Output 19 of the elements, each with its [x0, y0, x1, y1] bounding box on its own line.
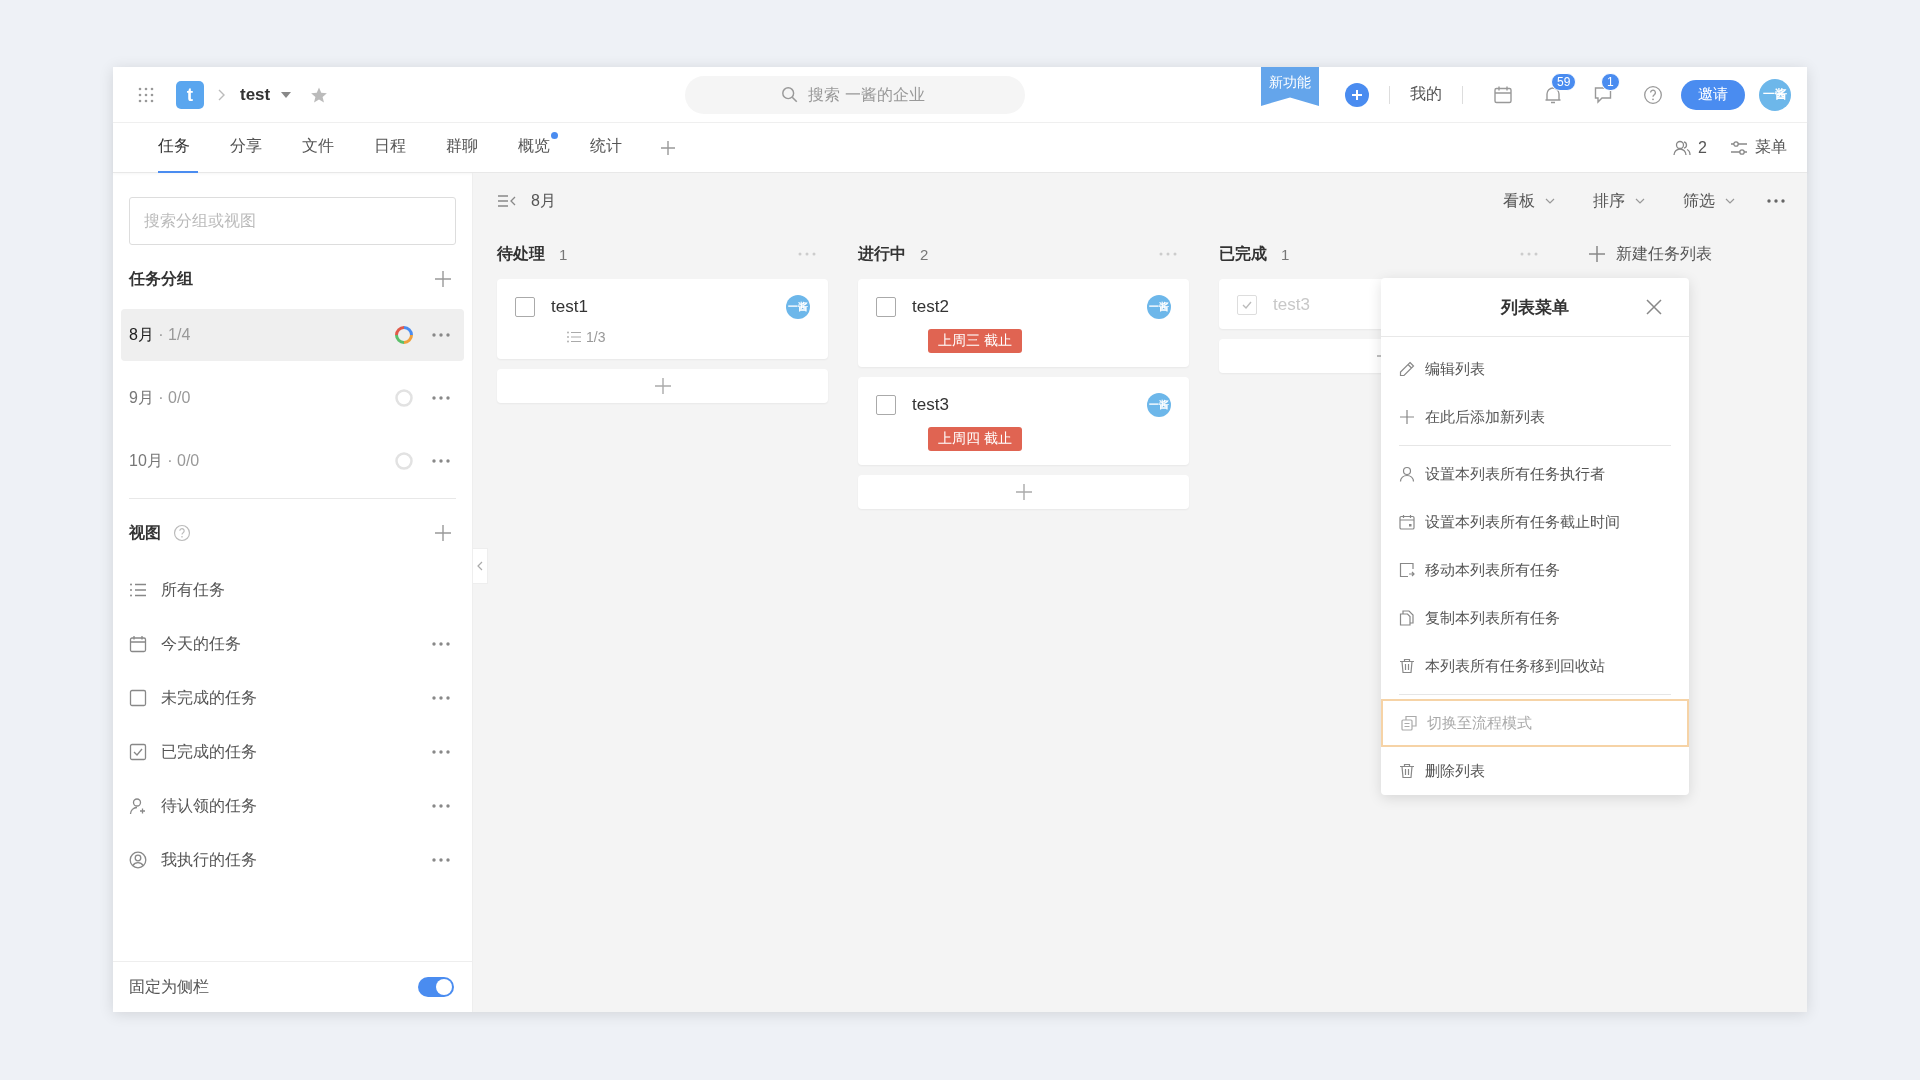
notification-count: 59	[1551, 72, 1577, 91]
section-title: 视图	[129, 522, 161, 543]
column-count: 1	[559, 245, 568, 263]
column-title: 进行中	[858, 243, 906, 264]
due-date-tag: 上周四 截止	[928, 427, 1022, 451]
column-title: 待处理	[497, 243, 545, 264]
section-title: 任务分组	[129, 268, 193, 289]
task-title: test3	[912, 395, 949, 415]
subtask-count: 1/3	[586, 329, 606, 345]
column-count: 1	[1281, 245, 1290, 263]
group-title: 8月	[531, 190, 556, 211]
menu-title: 列表菜单	[1501, 296, 1569, 319]
task-title: test1	[551, 297, 588, 317]
column-title: 已完成	[1219, 243, 1267, 264]
task-title: test2	[912, 297, 949, 317]
column-count: 2	[920, 245, 929, 263]
due-date-tag: 上周三 截止	[928, 329, 1022, 353]
pin-sidebar-label: 固定为侧栏	[129, 976, 209, 997]
message-count: 1	[1601, 72, 1620, 91]
